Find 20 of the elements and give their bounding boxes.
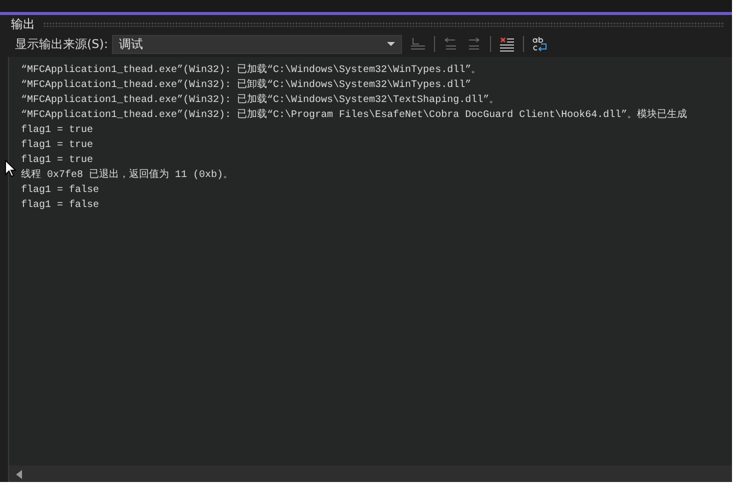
output-line: “MFCApplication1_thead.exe”(Win32): 已加载“C:\Program Files\EsafeNet\Cobra DocGuard Client\Hook64.dll”。模块已生成 — [21, 108, 688, 123]
output-line: “MFCApplication1_thead.exe”(Win32): 已卸载“C:\Windows\System32\WinTypes.dll” — [21, 78, 472, 93]
output-line: flag1 = false — [21, 198, 100, 213]
output-line: 线程 0x7fe8 已退出，返回值为 11 (0xb)。 — [21, 168, 234, 183]
go-to-source-icon — [410, 36, 426, 52]
output-line: flag1 = true — [21, 124, 94, 138]
panel-title: 输出 — [11, 16, 35, 32]
caret-icon — [387, 42, 396, 46]
output-line: flag1 = true — [21, 154, 94, 168]
clear-all-icon — [499, 36, 516, 52]
scroll-left-icon[interactable] — [16, 470, 22, 478]
output-line: flag1 = true — [21, 138, 94, 153]
output-line: “MFCApplication1_thead.exe”(Win32): 已加载“C:\Windows\System32\TextShaping.dll”。 — [21, 93, 500, 108]
source-label: 显示输出来源(S): — [15, 36, 108, 52]
word-wrap-icon — [532, 36, 548, 52]
output-line: “MFCApplication1_thead.exe”(Win32): 已加载“C:\Windows\System32\WinTypes.dll”。 — [21, 63, 482, 78]
mouse-pointer-icon — [5, 160, 16, 177]
horizontal-scrollbar[interactable] — [9, 465, 732, 482]
source-dropdown[interactable]: 调试 — [112, 34, 402, 54]
output-line: flag1 = false — [21, 184, 100, 198]
